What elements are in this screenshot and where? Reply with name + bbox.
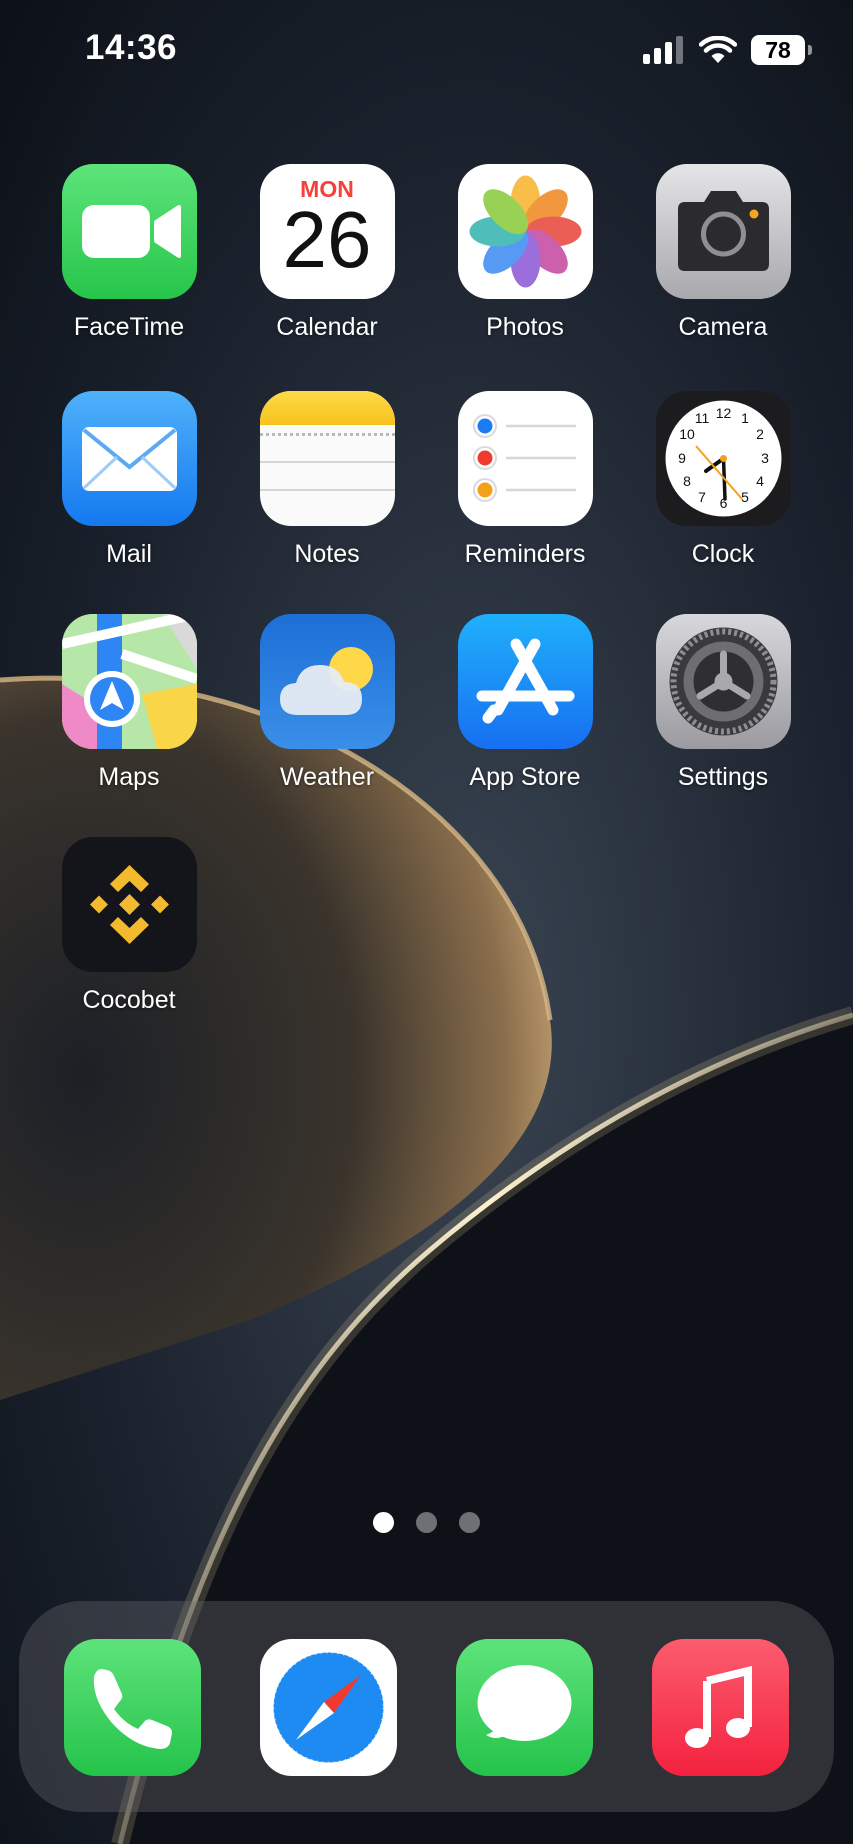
clock-number: 5: [741, 489, 749, 505]
app-facetime[interactable]: FaceTime: [30, 164, 228, 342]
clock-icon: 12 1 2 3 4 5 6 7 8 9 10 11: [655, 391, 791, 526]
clock-number: 7: [698, 489, 706, 505]
clock-number: 3: [761, 450, 769, 466]
music-note-icon[interactable]: [652, 1639, 789, 1776]
app-appstore[interactable]: App Store: [426, 614, 624, 792]
photos-icon: [457, 164, 593, 299]
app-mail[interactable]: Mail: [30, 391, 228, 569]
app-label: FaceTime: [73, 313, 185, 341]
facetime-icon: [61, 164, 197, 299]
app-label: Mail: [106, 540, 152, 568]
compass-icon[interactable]: [260, 1639, 397, 1776]
notes-icon: [259, 391, 395, 526]
calendar-day: 26: [282, 195, 372, 284]
app-label: Calendar: [276, 313, 378, 341]
app-label: Weather: [279, 763, 375, 791]
speech-bubble-icon[interactable]: [456, 1639, 593, 1776]
page-dot[interactable]: [373, 1512, 394, 1533]
app-label: Notes: [294, 540, 360, 568]
clock-number: 4: [756, 473, 764, 489]
battery-indicator: 78: [751, 35, 812, 65]
weather-icon: [259, 614, 395, 749]
phone-icon[interactable]: [64, 1639, 201, 1776]
clock-number: 1: [741, 410, 749, 426]
clock-number: 9: [678, 450, 686, 466]
app-label: App Store: [469, 763, 581, 791]
maps-icon: [61, 614, 197, 749]
app-label: Maps: [98, 763, 160, 791]
app-label: Settings: [677, 763, 769, 791]
app-maps[interactable]: Maps: [30, 614, 228, 792]
mail-icon: [61, 391, 197, 526]
app-label: Reminders: [464, 540, 586, 568]
clock-number: 8: [683, 473, 691, 489]
app-label: Photos: [486, 313, 564, 341]
page-dot[interactable]: [416, 1512, 437, 1533]
status-time: 14:36: [85, 28, 178, 67]
app-photos[interactable]: Photos: [426, 164, 624, 342]
camera-icon: [655, 164, 791, 299]
cocobet-logo-icon: [61, 837, 197, 972]
app-reminders[interactable]: Reminders: [426, 391, 624, 569]
app-camera[interactable]: Camera: [624, 164, 822, 342]
app-cocobet[interactable]: Cocobet: [30, 837, 228, 1015]
app-calendar[interactable]: MON 26 Calendar: [228, 164, 426, 342]
app-label: Cocobet: [82, 986, 176, 1014]
app-weather[interactable]: Weather: [228, 614, 426, 792]
app-settings[interactable]: Settings: [624, 614, 822, 792]
clock-number: 10: [679, 426, 695, 442]
dock: [19, 1601, 834, 1812]
reminders-icon: [457, 391, 593, 526]
clock-number: 11: [694, 410, 709, 426]
app-notes[interactable]: Notes: [228, 391, 426, 569]
signal-icon: [643, 36, 683, 64]
page-indicator[interactable]: [0, 1512, 853, 1533]
app-label: Camera: [678, 313, 768, 341]
clock-number: 2: [756, 426, 764, 442]
app-label: Clock: [691, 540, 755, 568]
settings-gear-icon: [655, 614, 791, 749]
page-dot[interactable]: [459, 1512, 480, 1533]
status-indicators: 78: [643, 30, 812, 70]
appstore-icon: [457, 614, 593, 749]
clock-number: 12: [715, 405, 731, 421]
app-clock[interactable]: 12 1 2 3 4 5 6 7 8 9 10 11 Clock: [624, 391, 822, 569]
calendar-icon: MON 26: [259, 164, 395, 299]
wifi-icon: [699, 36, 737, 63]
